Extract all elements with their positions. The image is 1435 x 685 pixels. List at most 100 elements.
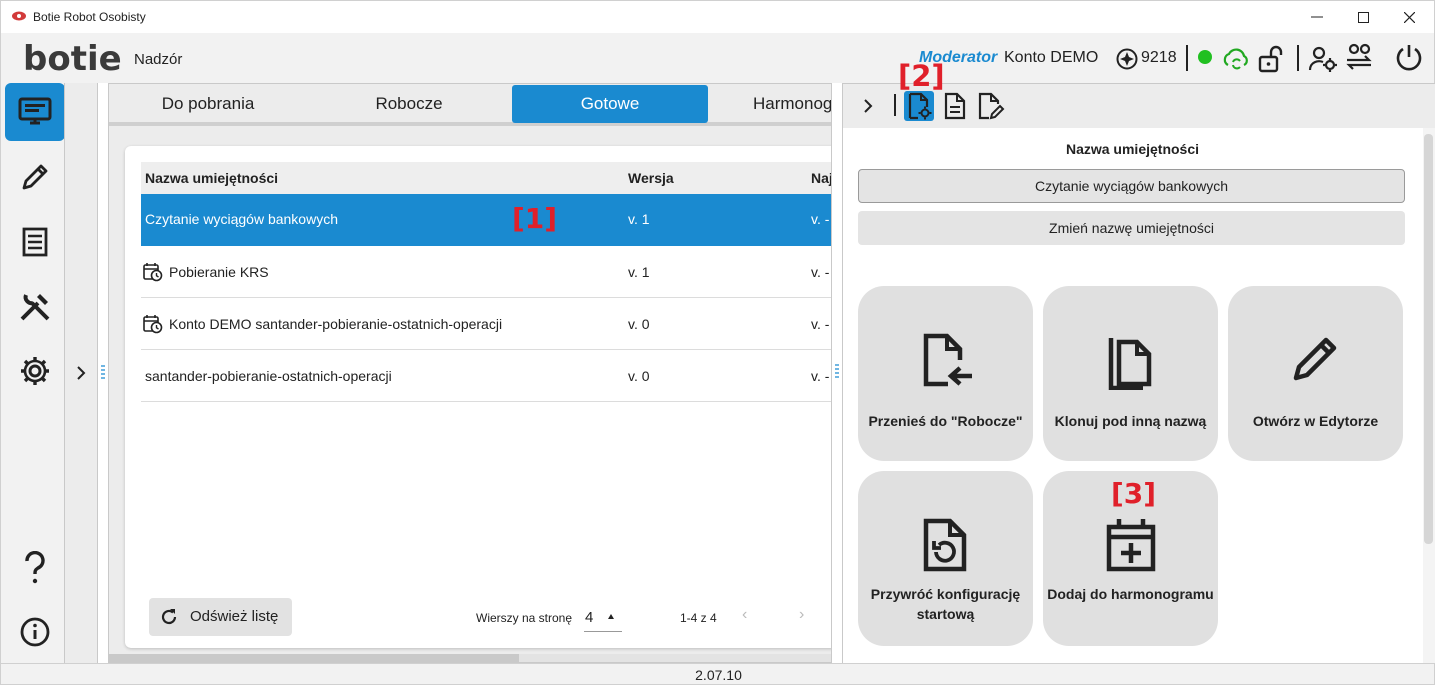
column-header-latest[interactable]: Naj xyxy=(811,170,831,186)
help-icon xyxy=(25,551,45,584)
skill-settings-tool[interactable] xyxy=(904,91,934,121)
pencil-icon xyxy=(22,164,48,190)
sidebar-item-tools[interactable] xyxy=(5,278,65,336)
clone-label: Klonuj pod inną nazwą xyxy=(1054,413,1207,429)
restore-file-icon xyxy=(923,518,967,572)
refresh-list-button[interactable]: Odśwież listę xyxy=(149,598,292,636)
monitor-icon xyxy=(18,97,52,125)
chevron-right-icon xyxy=(864,99,873,113)
divider xyxy=(1297,45,1299,71)
users-switch-icon[interactable] xyxy=(1344,43,1374,73)
add-to-schedule-label: Dodaj do harmonogramu xyxy=(1047,586,1214,602)
app-logo: botie xyxy=(23,39,122,79)
cloud-sync-icon[interactable] xyxy=(1221,45,1251,75)
table-row[interactable]: Czytanie wyciągów bankowych v. 1 v. - xyxy=(141,194,831,246)
row-latest: v. - xyxy=(811,368,830,384)
sidebar-item-list[interactable] xyxy=(5,213,65,271)
rename-skill-button[interactable]: Zmień nazwę umiejętności xyxy=(858,211,1405,245)
dropdown-arrow-icon xyxy=(608,614,614,619)
tab-bar: Do pobrania Robocze Gotowe Harmonog xyxy=(109,84,831,126)
row-latest: v. - xyxy=(811,316,830,332)
scheduled-icon xyxy=(143,315,163,334)
sidebar-toggle[interactable] xyxy=(64,83,105,663)
page-range: 1-4 z 4 xyxy=(680,611,717,625)
close-button[interactable] xyxy=(1386,1,1432,33)
table-row[interactable]: Pobieranie KRS v. 1 v. - xyxy=(141,246,831,298)
copy-icon xyxy=(1108,338,1152,390)
panel-resize-handle-icon[interactable] xyxy=(835,363,839,381)
collapse-panel-button[interactable] xyxy=(853,91,883,121)
tools-icon xyxy=(20,294,50,321)
annotation-3: [3] xyxy=(1111,477,1157,510)
rows-per-page-select[interactable]: 4 xyxy=(584,604,622,632)
pencil-icon xyxy=(1293,337,1337,381)
move-to-drafts-button[interactable]: Przenieś do "Robocze" xyxy=(858,286,1033,461)
row-name: Pobieranie KRS xyxy=(169,264,269,280)
tab-gotowe[interactable]: Gotowe xyxy=(512,85,708,123)
skill-name-label: Nazwa umiejętności xyxy=(1065,141,1200,157)
annotation-2: [2] xyxy=(898,59,945,93)
app-logo-icon xyxy=(12,11,26,21)
rows-per-page-label: Wierszy na stronę xyxy=(476,611,573,625)
minimize-button[interactable] xyxy=(1294,1,1340,33)
drag-handle-icon[interactable] xyxy=(101,364,105,382)
table-row[interactable]: Konto DEMO santander-pobieranie-ostatnic… xyxy=(141,298,831,350)
column-header-name[interactable]: Nazwa umiejętności xyxy=(145,170,278,186)
row-latest: v. - xyxy=(811,264,830,280)
move-to-drafts-label: Przenieś do "Robocze" xyxy=(868,413,1023,429)
close-icon xyxy=(1403,11,1415,23)
tab-harmonogram[interactable]: Harmonog xyxy=(713,85,831,123)
sidebar-item-monitor[interactable] xyxy=(5,83,65,141)
refresh-icon xyxy=(161,609,177,625)
lock-open-icon[interactable] xyxy=(1257,44,1287,74)
tab-do-pobrania[interactable]: Do pobrania xyxy=(109,85,307,123)
details-panel: [2] Nazwa umiejętności Czytanie wyciągów… xyxy=(842,59,1435,664)
info-icon xyxy=(20,617,50,647)
annotation-1: [1] xyxy=(512,202,558,235)
sidebar-item-settings[interactable] xyxy=(5,342,65,400)
horizontal-scrollbar-thumb[interactable] xyxy=(109,654,519,662)
main-panel: Do pobrania Robocze Gotowe Harmonog Nazw… xyxy=(108,83,832,663)
table-row[interactable]: santander-pobieranie-ostatnich-operacji … xyxy=(141,350,831,402)
maximize-button[interactable] xyxy=(1340,1,1386,33)
clone-button[interactable]: Klonuj pod inną nazwą xyxy=(1043,286,1218,461)
skill-description-tool[interactable] xyxy=(940,91,970,121)
credits-icon xyxy=(1116,48,1138,70)
add-to-schedule-button[interactable]: Dodaj do harmonogramu [3] xyxy=(1043,471,1218,646)
restore-config-button[interactable]: Przywróć konfigurację startową xyxy=(858,471,1033,646)
sidebar-item-info[interactable] xyxy=(5,603,65,661)
rows-per-page-value: 4 xyxy=(585,609,594,626)
row-version: v. 1 xyxy=(628,264,650,280)
user-settings-icon[interactable] xyxy=(1308,44,1338,74)
sidebar-item-help[interactable] xyxy=(5,539,65,597)
tab-robocze[interactable]: Robocze xyxy=(309,85,509,123)
file-edit-icon xyxy=(978,92,1005,120)
power-icon[interactable] xyxy=(1394,42,1424,72)
previous-page-button[interactable]: ‹ xyxy=(742,606,747,624)
table-header: Nazwa umiejętności Wersja Naj xyxy=(141,162,831,194)
details-scrollbar-thumb[interactable] xyxy=(1424,134,1433,544)
skill-edit-tool[interactable] xyxy=(976,91,1006,121)
open-in-editor-label: Otwórz w Edytorze xyxy=(1252,413,1379,429)
window-titlebar: Botie Robot Osobisty xyxy=(0,0,1435,33)
column-header-version[interactable]: Wersja xyxy=(628,170,674,186)
row-version: v. 1 xyxy=(628,211,650,227)
app-header: botie Nadzór Moderator Konto DEMO 9218 xyxy=(0,33,1435,83)
sidebar xyxy=(0,83,65,663)
skills-table-card: Nazwa umiejętności Wersja Naj Czytanie w… xyxy=(125,146,831,648)
row-name: santander-pobieranie-ostatnich-operacji xyxy=(145,368,392,384)
row-latest: v. - xyxy=(811,211,830,227)
maximize-icon xyxy=(1357,11,1369,23)
skill-name-field[interactable]: Czytanie wyciągów bankowych xyxy=(858,169,1405,203)
open-in-editor-button[interactable]: Otwórz w Edytorze xyxy=(1228,286,1403,461)
gear-icon xyxy=(21,357,49,385)
status-dot xyxy=(1198,50,1212,64)
account-name[interactable]: Konto DEMO xyxy=(1004,49,1098,67)
receipt-icon xyxy=(22,227,48,257)
minimize-icon xyxy=(1311,16,1323,18)
move-file-icon xyxy=(923,333,972,387)
next-page-button[interactable]: › xyxy=(799,606,804,624)
divider xyxy=(1186,45,1188,71)
window-title: Botie Robot Osobisty xyxy=(33,10,146,24)
sidebar-item-edit[interactable] xyxy=(5,148,65,206)
